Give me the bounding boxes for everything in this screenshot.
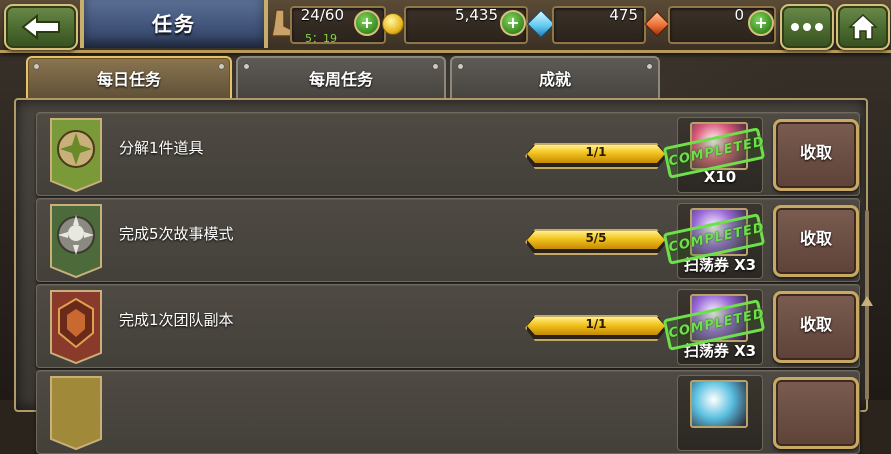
task-row: 分解1件道具 1/1 X10 COMPLETED 收取 — [36, 112, 860, 196]
reward-slot[interactable] — [677, 375, 763, 451]
rivet — [647, 64, 652, 69]
progress-text: 1/1 — [585, 145, 607, 159]
stamina-value: 24/60 — [300, 6, 344, 24]
add-gold-button[interactable]: + — [500, 10, 526, 36]
diamond-value: 475 — [609, 6, 638, 24]
task-progress-bar: 1/1 — [525, 143, 667, 169]
claim-button[interactable]: 收取 — [773, 291, 859, 363]
task-row — [36, 370, 860, 454]
more-dots-icon — [791, 23, 823, 31]
progress-text: 1/1 — [585, 317, 607, 331]
badge-icon — [50, 290, 102, 365]
badge-icon — [50, 204, 102, 279]
task-name: 完成5次故事模式 — [119, 225, 234, 243]
tab-daily-label: 每日任务 — [96, 70, 161, 89]
gold-value: 5,435 — [455, 6, 498, 24]
more-button[interactable] — [780, 4, 834, 50]
ruby-icon — [644, 11, 670, 37]
rivet — [458, 64, 463, 69]
gold-coin-icon — [382, 13, 404, 35]
rivet — [219, 64, 224, 69]
tab-achievements-label: 成就 — [538, 70, 571, 89]
task-progress-bar: 5/5 — [525, 229, 667, 255]
back-button[interactable] — [4, 4, 78, 50]
arrow-left-icon — [21, 14, 60, 40]
top-bar: 任务 24/60 5：19 + 5,435 + 475 0 + — [0, 0, 891, 53]
task-progress-bar: 1/1 — [525, 315, 667, 341]
rivet — [433, 64, 438, 69]
diamond-icon — [526, 9, 556, 39]
rivet — [244, 64, 249, 69]
reward-item-icon — [690, 380, 748, 428]
claim-button[interactable]: 收取 — [773, 119, 859, 191]
progress-text: 5/5 — [585, 231, 607, 245]
badge-icon — [50, 118, 102, 193]
claim-button[interactable] — [773, 377, 859, 449]
rivet — [34, 64, 39, 69]
ruby-value: 0 — [734, 6, 744, 24]
scroll-up-icon[interactable] — [861, 296, 873, 306]
add-ruby-button[interactable]: + — [748, 10, 774, 36]
tab-weekly[interactable]: 每周任务 — [236, 56, 446, 100]
badge-banner — [50, 376, 102, 451]
add-stamina-button[interactable]: + — [354, 10, 380, 36]
badge-icon — [50, 376, 102, 451]
tab-daily[interactable]: 每日任务 — [26, 56, 232, 100]
claim-button[interactable]: 收取 — [773, 205, 859, 277]
page-title: 任务 — [152, 12, 196, 36]
home-icon — [848, 13, 878, 40]
title-banner: 任务 — [80, 0, 268, 48]
task-name: 分解1件道具 — [119, 139, 204, 157]
tab-weekly-label: 每周任务 — [308, 70, 373, 89]
task-name: 完成1次团队副本 — [119, 311, 234, 329]
task-row: 完成1次团队副本 1/1 扫荡券 X3 COMPLETED 收取 — [36, 284, 860, 368]
stamina-timer: 5：19 — [305, 32, 337, 45]
home-button[interactable] — [836, 4, 890, 50]
tab-achievements[interactable]: 成就 — [450, 56, 660, 100]
task-row: 完成5次故事模式 5/5 扫荡券 X3 COMPLETED 收取 — [36, 198, 860, 282]
